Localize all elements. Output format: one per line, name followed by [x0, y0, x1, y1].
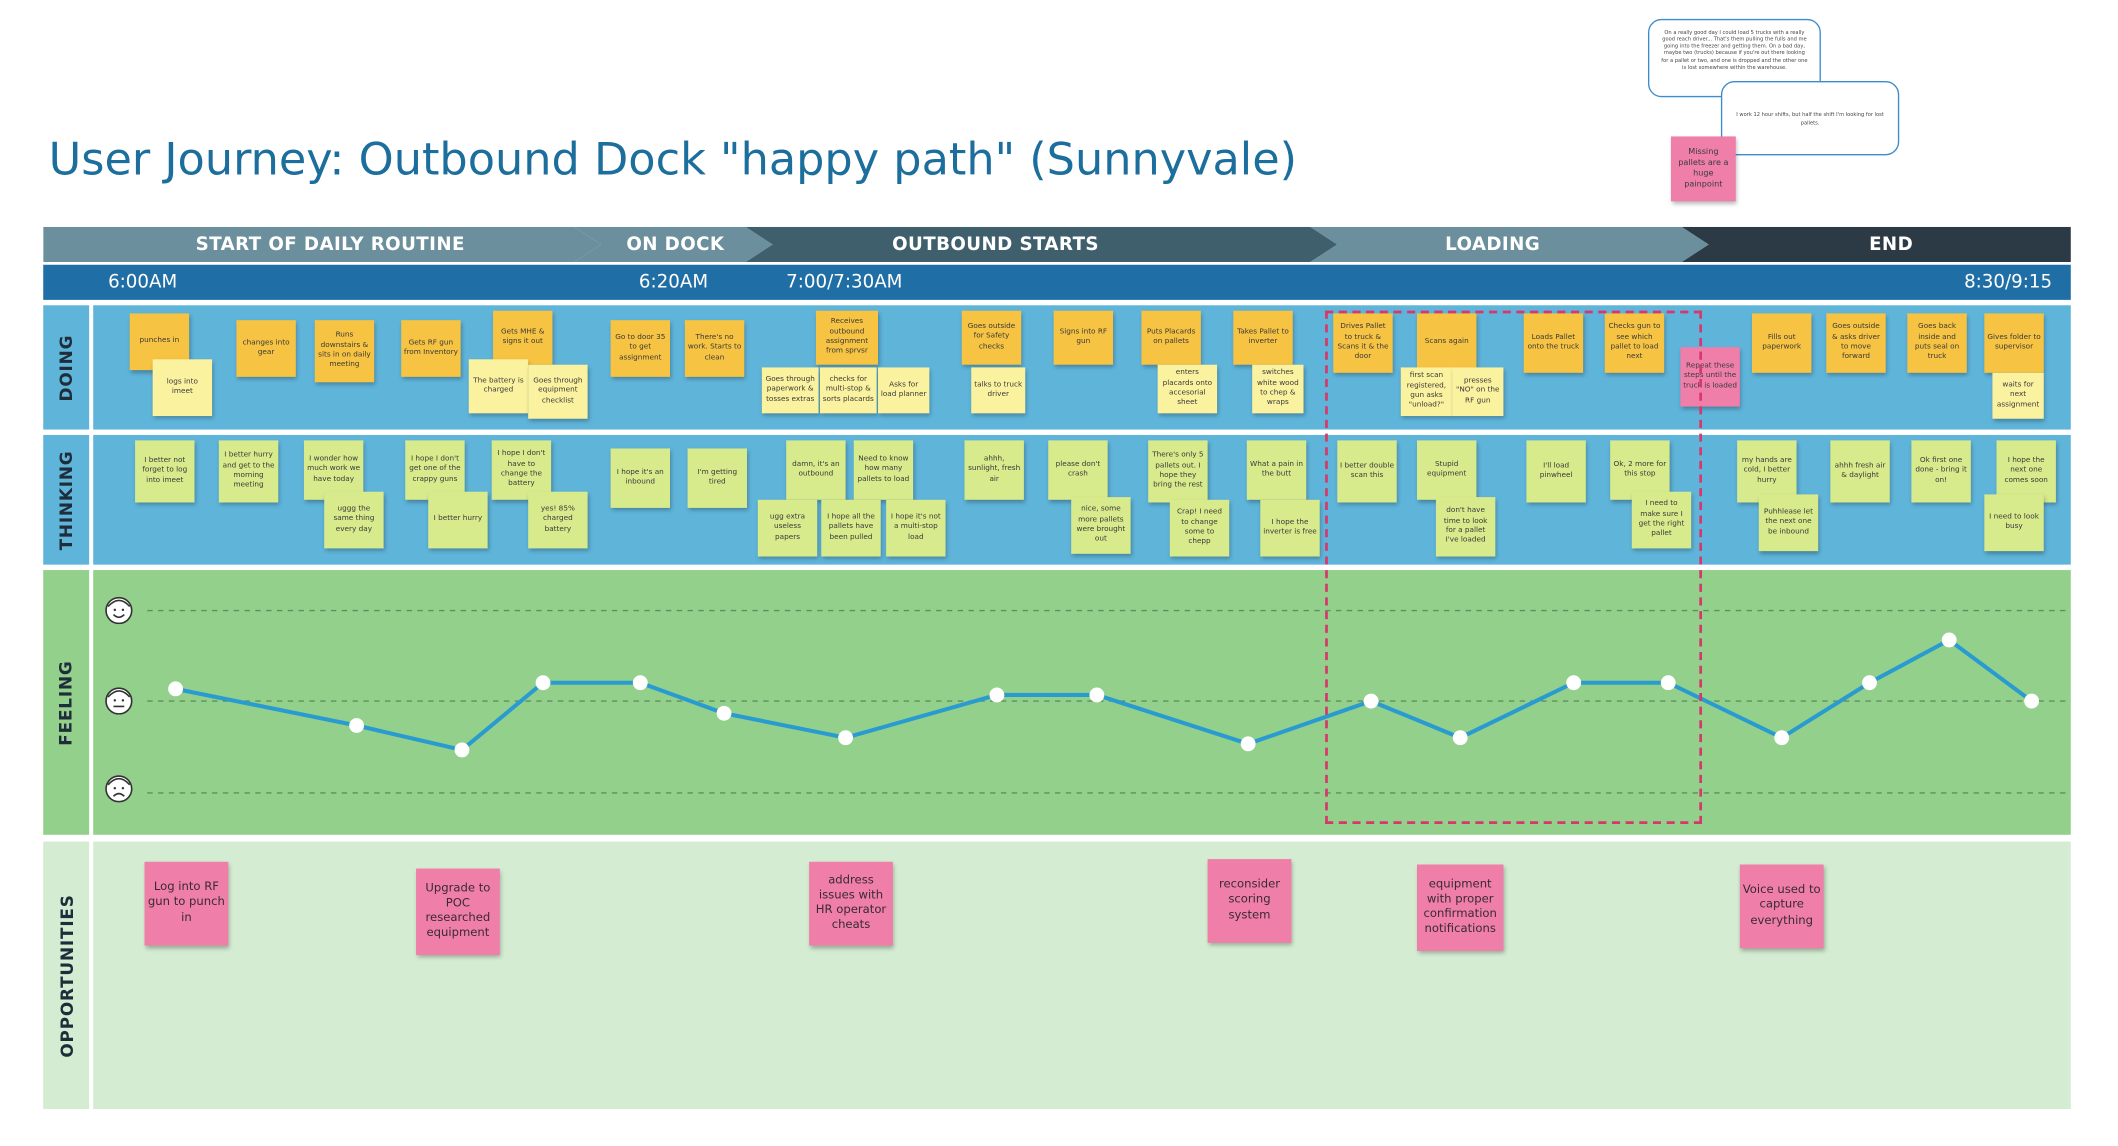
feeling-point [1089, 687, 1105, 703]
phase-label-2: ON DOCK [626, 233, 725, 256]
quote-text-2: I work 12 hour shifts, but half the shif… [1736, 111, 1884, 125]
doing-note: enters placards onto accesorial sheet [1157, 364, 1218, 414]
opportunity-note: Upgrade to POC researched equipment [416, 868, 500, 956]
opportunity-note: Voice used to capture everything [1739, 864, 1824, 949]
feeling-point [168, 681, 184, 697]
doing-note: Goes outside & asks driver to move forwa… [1826, 313, 1886, 373]
doing-note: Signs into RF gun [1053, 310, 1114, 365]
thinking-note: I hope it's not a multi-stop load [886, 499, 946, 557]
lane-label-doing: DOING [43, 305, 90, 430]
quote-bubble-2: I work 12 hour shifts, but half the shif… [1720, 81, 1900, 156]
opportunity-note: address issues with HR operator cheats [809, 861, 893, 946]
thinking-note: ahhh fresh air & daylight [1830, 440, 1890, 503]
feeling-point [454, 742, 470, 758]
doing-note: changes into gear [236, 320, 296, 377]
feeling-point [349, 718, 365, 733]
thinking-note: I better hurry and get to the morning me… [218, 440, 279, 503]
opportunity-note: equipment with proper confirmation notif… [1416, 864, 1504, 951]
thinking-note: Crap! I need to change some to chepp [1169, 499, 1230, 557]
feeling-point [2024, 693, 2040, 709]
doing-note: Goes through paperwork & tosses extras [761, 367, 819, 414]
thinking-note: uggg the same thing every day [324, 491, 384, 549]
thinking-note: my hands are cold, I better hurry [1737, 440, 1797, 503]
loading-highlight-box [1325, 310, 1703, 824]
feeling-point [1240, 736, 1256, 752]
doing-note: The battery is charged [468, 359, 529, 414]
thinking-note: nice, some more pallets were brought out [1071, 497, 1131, 554]
feeling-point [1862, 675, 1877, 691]
thinking-note: There's only 5 pallets out. I hope they … [1148, 440, 1208, 503]
lane-label-thinking: THINKING [43, 434, 90, 565]
doing-note: Go to door 35 to get assignment [610, 320, 670, 377]
feeling-point [632, 675, 648, 691]
thinking-note: yes! 85% charged battery [528, 491, 588, 549]
feeling-point [535, 675, 551, 691]
time-label-4: 8:30/9:15 [1964, 271, 2053, 294]
lane-label-feeling: FEELING [43, 570, 90, 835]
thinking-note: damn, it's an outbound [786, 440, 846, 500]
phase-label-4: LOADING [1445, 233, 1541, 256]
doing-note: Gets MHE & signs it out [493, 310, 553, 365]
journey-map: User Journey: Outbound Dock "happy path"… [0, 0, 2118, 1145]
painpoint-note: Missing pallets are a huge painpoint [1670, 136, 1736, 202]
thinking-note: ahhh, sunlight, fresh air [964, 440, 1024, 500]
doing-note: Runs downstairs & sits in on daily meeti… [314, 320, 375, 383]
opportunity-note: reconsider scoring system [1207, 859, 1292, 943]
feeling-point [838, 730, 854, 746]
doing-note: switches white wood to chep & wraps [1252, 364, 1304, 414]
thinking-note: I hope the inverter is free [1260, 499, 1320, 557]
doing-note: Takes Pallet to inverter [1233, 310, 1293, 365]
doing-note: Gives folder to supervisor [1984, 313, 2044, 373]
doing-note: Gets RF gun from Inventory [401, 320, 461, 377]
time-label-1: 6:00AM [108, 271, 178, 294]
phase-label-3: OUTBOUND STARTS [892, 233, 1099, 256]
opportunity-note: Log into RF gun to punch in [144, 861, 229, 946]
thinking-note: ugg extra useless papers [757, 499, 818, 557]
time-label-3: 7:00/7:30AM [786, 271, 903, 294]
thinking-note: Need to know how many pallets to load [853, 440, 914, 500]
feeling-point [1941, 632, 1957, 648]
quote-text-1: On a really good day I could load 5 truc… [1661, 28, 1808, 70]
neutral-face-icon [105, 687, 133, 715]
time-bar: 6:00AM 6:20AM 7:00/7:30AM 8:30/9:15 [43, 264, 2071, 300]
doing-note: Goes back inside and puts seal on truck [1907, 313, 1967, 373]
thinking-note: I better not forget to log into imeet [135, 440, 195, 503]
doing-note: logs into imeet [152, 359, 213, 417]
page-title: User Journey: Outbound Dock "happy path"… [48, 132, 1298, 186]
thinking-note: Puhhlease let the next one be inbound [1758, 494, 1819, 552]
doing-note: Receives outbound assignment from sprvsr [815, 310, 879, 365]
doing-note: Goes through equipment checklist [528, 364, 588, 419]
doing-note: Fills out paperwork [1751, 313, 1812, 373]
thinking-note: Ok first one done - bring it on! [1911, 440, 1971, 503]
thinking-note: I need to look busy [1984, 494, 2044, 552]
lane-label-opportunities: OPPORTUNITIES [43, 841, 90, 1110]
thinking-note: I'm getting tired [687, 448, 747, 508]
thinking-note: I hope the next one comes soon [1996, 440, 2056, 503]
thinking-note: I hope all the pallets have been pulled [821, 499, 881, 557]
feeling-chart [147, 609, 2066, 794]
doing-note: checks for multi-stop & sorts placards [819, 367, 877, 414]
thinking-note: please don't crash [1048, 440, 1108, 500]
thinking-note: I better hurry [428, 491, 488, 549]
feeling-point [716, 705, 732, 721]
doing-note: talks to truck driver [971, 367, 1026, 414]
doing-note: There's no work. Starts to clean [684, 320, 745, 377]
thinking-note: What a pain in the butt [1246, 440, 1307, 500]
phase-label-1: START OF DAILY ROUTINE [195, 233, 465, 256]
feeling-point [1774, 730, 1790, 746]
thinking-note: I hope it's an inbound [610, 448, 670, 508]
feeling-point [989, 687, 1005, 703]
phase-label-5: END [1869, 233, 1914, 256]
doing-note: Asks for load planner [878, 367, 930, 414]
time-label-2: 6:20AM [638, 271, 709, 294]
doing-note: waits for next assignment [1992, 372, 2044, 419]
doing-note: Puts Placards on pallets [1141, 310, 1201, 365]
sad-face-icon [105, 775, 133, 803]
happy-face-icon [105, 596, 133, 625]
doing-note: Goes outside for Safety checks [961, 310, 1022, 365]
